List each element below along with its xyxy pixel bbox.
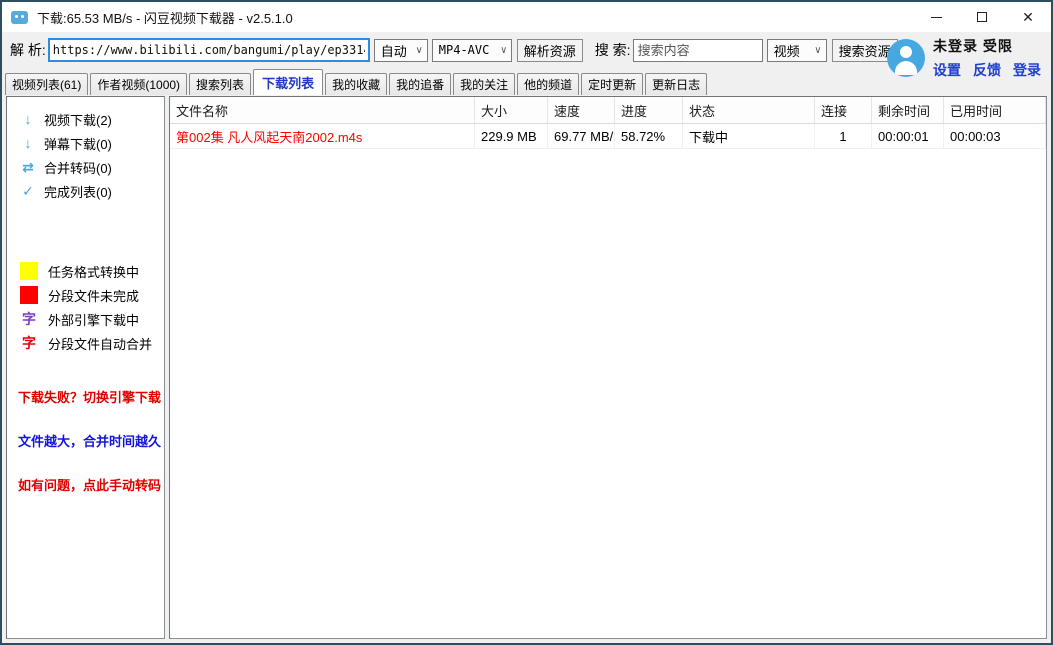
parse-label: 解 析:: [10, 40, 46, 60]
mode-select-value: 自动: [381, 41, 407, 60]
sidebar: ↓ 视频下载(2) ↓ 弹幕下载(0) ⇄ 合并转码(0) ✓ 完成列表(0) …: [6, 96, 165, 639]
user-avatar-icon[interactable]: [887, 39, 925, 77]
col-connections[interactable]: 连接: [815, 97, 872, 123]
tab-my-bangumi[interactable]: 我的追番: [389, 73, 451, 95]
yellow-swatch-icon: [20, 262, 38, 280]
sidebar-item-danmaku-download[interactable]: ↓ 弹幕下载(0): [7, 131, 164, 155]
login-status: 未登录 受限: [933, 36, 1041, 56]
table-row[interactable]: 第002集 凡人风起天南2002.m4s 229.9 MB 69.77 MB/S…: [170, 124, 1046, 149]
chevron-down-icon: ∨: [493, 45, 507, 56]
sidebar-item-video-download[interactable]: ↓ 视频下载(2): [7, 107, 164, 131]
sidebar-item-completed-list[interactable]: ✓ 完成列表(0): [7, 179, 164, 203]
red-char-icon: 字: [20, 333, 38, 353]
swap-arrows-icon: ⇄: [20, 159, 36, 176]
sidebar-item-label: 视频下载(2): [44, 110, 112, 129]
table-header: 文件名称 大小 速度 进度 状态 连接 剩余时间 已用时间: [170, 97, 1046, 124]
tab-video-list[interactable]: 视频列表(61): [5, 73, 88, 95]
col-size[interactable]: 大小: [475, 97, 548, 123]
col-speed[interactable]: 速度: [548, 97, 615, 123]
col-status[interactable]: 状态: [683, 97, 815, 123]
tab-scheduled-update[interactable]: 定时更新: [581, 73, 643, 95]
hint-switch-engine[interactable]: 下载失败？切换引擎下载: [7, 387, 164, 406]
cell-connections: 1: [815, 124, 872, 148]
login-link[interactable]: 登录: [1013, 60, 1041, 80]
download-arrow-icon: ↓: [20, 135, 36, 151]
search-type-select[interactable]: 视频 ∨: [767, 39, 827, 62]
legend-item-external-engine: 字 外部引擎下载中: [7, 307, 164, 331]
download-list-panel: 文件名称 大小 速度 进度 状态 连接 剩余时间 已用时间 第002集 凡人风起…: [169, 96, 1047, 639]
minimize-icon: [931, 17, 942, 18]
minimize-button[interactable]: [913, 2, 959, 32]
tab-his-channel[interactable]: 他的频道: [517, 73, 579, 95]
legend-item-segment-incomplete: 分段文件未完成: [7, 283, 164, 307]
close-button[interactable]: ✕: [1005, 2, 1051, 32]
legend-item-auto-merge: 字 分段文件自动合并: [7, 331, 164, 355]
cell-filename: 第002集 凡人风起天南2002.m4s: [170, 124, 475, 148]
search-label: 搜 索:: [595, 40, 631, 60]
content-area: ↓ 视频下载(2) ↓ 弹幕下载(0) ⇄ 合并转码(0) ✓ 完成列表(0) …: [2, 95, 1051, 643]
title-bar: 下载:65.53 MB/s - 闪豆视频下载器 - v2.5.1.0 ✕: [2, 2, 1051, 32]
purple-char-icon: 字: [20, 309, 38, 329]
download-arrow-icon: ↓: [20, 111, 36, 127]
download-table: 文件名称 大小 速度 进度 状态 连接 剩余时间 已用时间 第002集 凡人风起…: [170, 97, 1046, 149]
chevron-down-icon: ∨: [407, 45, 422, 56]
close-icon: ✕: [1022, 9, 1034, 26]
app-icon: [11, 11, 28, 24]
col-progress[interactable]: 进度: [615, 97, 683, 123]
cell-remaining-time: 00:00:01: [872, 124, 944, 148]
search-input[interactable]: [633, 39, 763, 62]
tab-my-favorites[interactable]: 我的收藏: [325, 73, 387, 95]
sidebar-item-label: 合并转码(0): [44, 158, 112, 177]
tab-download-list[interactable]: 下载列表: [253, 69, 323, 95]
sidebar-item-label: 弹幕下载(0): [44, 134, 112, 153]
search-type-value: 视频: [774, 41, 800, 60]
parse-resource-button[interactable]: 解析资源: [517, 39, 583, 62]
maximize-button[interactable]: [959, 2, 1005, 32]
format-select[interactable]: MP4-AVC ∨: [432, 39, 512, 62]
tab-my-follows[interactable]: 我的关注: [453, 73, 515, 95]
tab-changelog[interactable]: 更新日志: [645, 73, 707, 95]
account-section: 未登录 受限 设置 反馈 登录: [887, 36, 1041, 80]
tab-author-videos[interactable]: 作者视频(1000): [90, 73, 187, 95]
col-filename[interactable]: 文件名称: [170, 97, 475, 123]
status-legend: 任务格式转换中 分段文件未完成 字 外部引擎下载中 字 分段文件自动合并: [7, 259, 164, 355]
feedback-link[interactable]: 反馈: [973, 60, 1001, 80]
col-elapsed-time[interactable]: 已用时间: [944, 97, 1046, 123]
url-input[interactable]: [48, 38, 370, 62]
mode-select[interactable]: 自动 ∨: [374, 39, 428, 62]
maximize-icon: [977, 12, 987, 22]
chevron-down-icon: ∨: [806, 45, 821, 56]
cell-speed: 69.77 MB/S: [548, 124, 615, 148]
tab-search-list[interactable]: 搜索列表: [189, 73, 251, 95]
cell-size: 229.9 MB: [475, 124, 548, 148]
cell-progress: 58.72%: [615, 124, 683, 148]
hint-links: 下载失败？切换引擎下载 文件越大，合并时间越久 如有问题，点此手动转码: [7, 387, 164, 494]
cell-status: 下载中: [683, 124, 815, 148]
hint-manual-transcode[interactable]: 如有问题，点此手动转码: [7, 475, 164, 494]
format-select-value: MP4-AVC: [439, 43, 490, 57]
legend-item-converting: 任务格式转换中: [7, 259, 164, 283]
sidebar-item-label: 完成列表(0): [44, 182, 112, 201]
app-window: 下载:65.53 MB/s - 闪豆视频下载器 - v2.5.1.0 ✕ 解 析…: [0, 0, 1053, 645]
settings-link[interactable]: 设置: [933, 60, 961, 80]
window-controls: ✕: [913, 2, 1051, 32]
red-swatch-icon: [20, 286, 38, 304]
hint-merge-time: 文件越大，合并时间越久: [7, 431, 164, 450]
sidebar-item-merge-transcode[interactable]: ⇄ 合并转码(0): [7, 155, 164, 179]
check-icon: ✓: [20, 183, 36, 200]
window-title: 下载:65.53 MB/s - 闪豆视频下载器 - v2.5.1.0: [37, 8, 913, 27]
cell-elapsed-time: 00:00:03: [944, 124, 1046, 148]
col-remaining-time[interactable]: 剩余时间: [872, 97, 944, 123]
